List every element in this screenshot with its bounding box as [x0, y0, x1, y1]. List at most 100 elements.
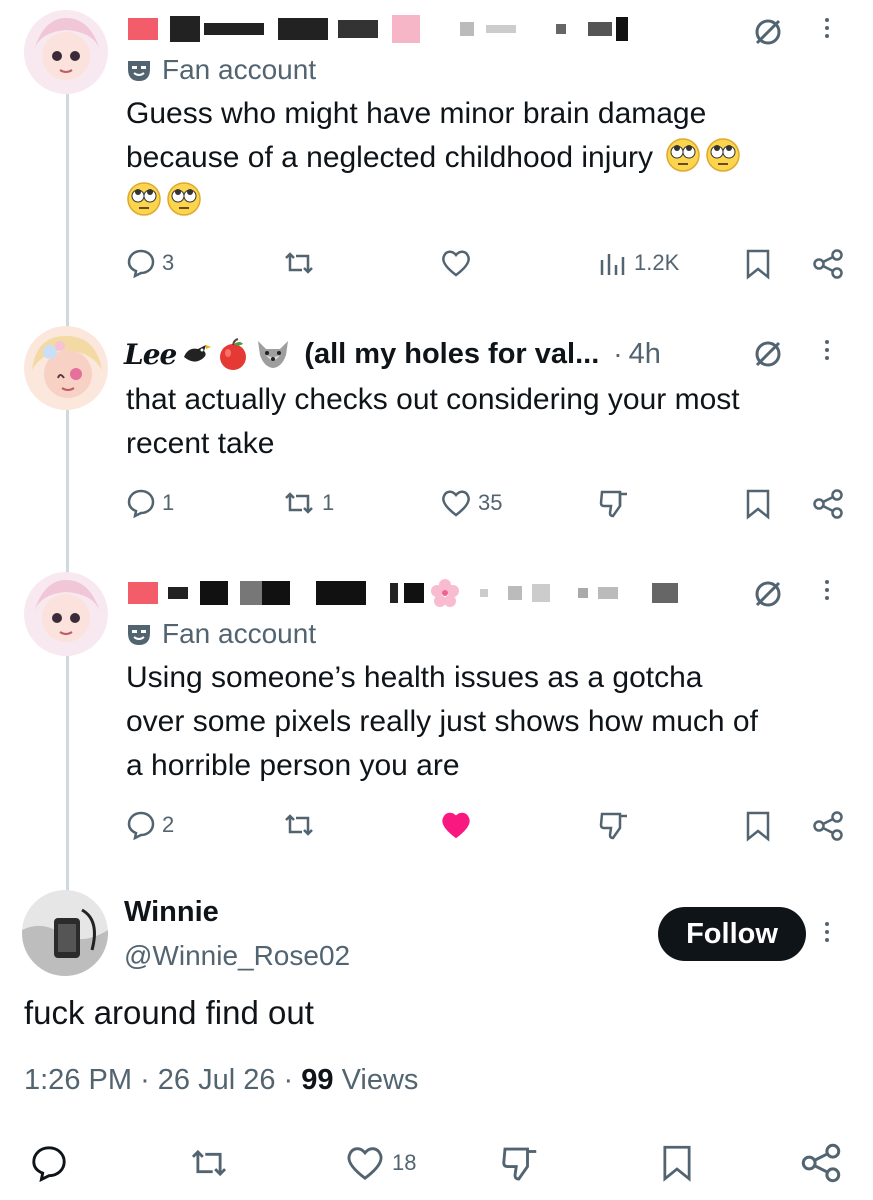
- bird-emoji: [184, 345, 212, 362]
- avatar[interactable]: [24, 572, 108, 656]
- more-options-icon[interactable]: [824, 18, 830, 38]
- downvote-button[interactable]: [598, 488, 630, 520]
- more-options-icon[interactable]: [824, 922, 830, 942]
- name-script: Lee: [124, 337, 177, 371]
- thumbs-down-icon: [599, 490, 627, 518]
- avatar[interactable]: [24, 10, 108, 94]
- handle[interactable]: @Winnie_Rose02: [124, 940, 350, 972]
- redacted-display-name: [128, 14, 628, 44]
- more-options-icon[interactable]: [824, 580, 830, 600]
- post-time: 4h: [628, 337, 661, 370]
- bar-chart-icon: [600, 254, 625, 275]
- display-name: (all my holes for val...: [304, 337, 600, 370]
- mute-icon: [755, 581, 781, 607]
- downvote-button[interactable]: [598, 810, 630, 842]
- apple-emoji: [220, 338, 247, 370]
- separator: ·: [613, 338, 623, 369]
- cherry-blossom-emoji: [431, 579, 459, 607]
- like-button[interactable]: 18: [344, 1144, 416, 1182]
- views-count: 1.2K: [634, 250, 680, 275]
- share-icon: [801, 1143, 841, 1183]
- repost-icon: [285, 252, 313, 274]
- like-button[interactable]: [440, 810, 472, 840]
- reply-icon: [127, 249, 155, 278]
- redacted-display-name: [128, 578, 678, 608]
- rolling-eyes-emoji: [167, 182, 201, 216]
- post-date[interactable]: 26 Jul 26: [158, 1064, 276, 1096]
- share-button[interactable]: [812, 488, 844, 520]
- thumbs-down-icon: [599, 812, 627, 840]
- reply-button[interactable]: 1: [126, 488, 174, 518]
- post-meta: 1:26 PM · 26 Jul 26 · 99 Views: [24, 1064, 419, 1096]
- views-button[interactable]: 1.2K: [598, 248, 679, 278]
- reply-icon: [127, 489, 155, 518]
- mask-icon: [128, 61, 150, 81]
- like-count: 35: [478, 490, 503, 515]
- reply-button[interactable]: 2: [126, 810, 174, 840]
- downvote-button[interactable]: [500, 1144, 540, 1184]
- reply-icon: [127, 811, 155, 840]
- repost-icon: [285, 492, 313, 514]
- bookmark-icon: [746, 489, 770, 520]
- rolling-eyes-emoji: [666, 138, 701, 172]
- post-time[interactable]: 1:26 PM: [24, 1064, 132, 1096]
- rolling-eyes-emoji: [127, 182, 161, 216]
- share-button[interactable]: [812, 248, 844, 280]
- like-button[interactable]: 35: [440, 488, 502, 518]
- repost-icon: [285, 814, 313, 836]
- rolling-eyes-emoji: [706, 138, 741, 172]
- post-text: fuck around find out: [24, 994, 314, 1031]
- bookmark-icon: [746, 249, 770, 280]
- fan-account-badge: Fan account: [126, 618, 316, 650]
- display-name[interactable]: Winnie: [124, 896, 219, 929]
- like-count: 18: [392, 1150, 417, 1175]
- repost-button[interactable]: 1: [282, 488, 334, 518]
- heart-icon: [442, 250, 470, 277]
- share-icon: [813, 249, 843, 279]
- heart-icon: [442, 490, 470, 517]
- heart-filled-icon: [442, 812, 470, 839]
- mask-icon: [128, 625, 150, 645]
- share-button[interactable]: [812, 810, 844, 842]
- avatar[interactable]: [22, 890, 108, 976]
- bookmark-button[interactable]: [744, 248, 772, 280]
- mute-icon: [755, 341, 781, 367]
- reply-count: 1: [162, 490, 175, 515]
- wolf-emoji: [258, 341, 289, 368]
- bookmark-icon: [663, 1145, 691, 1182]
- reply-count: 3: [162, 250, 175, 275]
- reply-button[interactable]: [30, 1144, 68, 1182]
- heart-icon: [347, 1147, 383, 1181]
- post-text: Guess who might have minor brain damage …: [126, 92, 846, 224]
- mute-icon: [755, 19, 781, 45]
- repost-icon: [191, 1149, 227, 1177]
- repost-button[interactable]: [282, 810, 316, 840]
- more-options-icon[interactable]: [824, 340, 830, 360]
- post-text: that actually checks out considering you…: [126, 383, 740, 460]
- fan-account-badge: Fan account: [126, 54, 316, 86]
- bookmark-button[interactable]: [660, 1142, 694, 1184]
- bookmark-icon: [746, 811, 770, 842]
- views-label: Views: [341, 1064, 419, 1096]
- bookmark-button[interactable]: [744, 488, 772, 520]
- bookmark-button[interactable]: [744, 810, 772, 842]
- display-name-row[interactable]: Lee (all my holes for val... · 4h: [124, 336, 661, 372]
- thumbs-down-icon: [502, 1147, 537, 1181]
- repost-button[interactable]: [188, 1144, 230, 1182]
- post-text: Using someone’s health issues as a gotch…: [126, 661, 758, 782]
- share-icon: [813, 489, 843, 519]
- follow-button[interactable]: Follow: [658, 907, 806, 961]
- repost-button[interactable]: [282, 248, 316, 278]
- badge-label: Fan account: [162, 54, 317, 85]
- thread-connector: [66, 92, 69, 892]
- like-button[interactable]: [440, 248, 472, 278]
- badge-label: Fan account: [162, 618, 317, 649]
- views-count: 99: [301, 1064, 334, 1096]
- reply-button[interactable]: 3: [126, 248, 174, 278]
- share-icon: [813, 811, 843, 841]
- avatar[interactable]: [24, 326, 108, 410]
- reply-icon: [32, 1146, 66, 1182]
- reply-count: 2: [162, 812, 175, 837]
- repost-count: 1: [322, 490, 335, 515]
- share-button[interactable]: [800, 1142, 842, 1184]
